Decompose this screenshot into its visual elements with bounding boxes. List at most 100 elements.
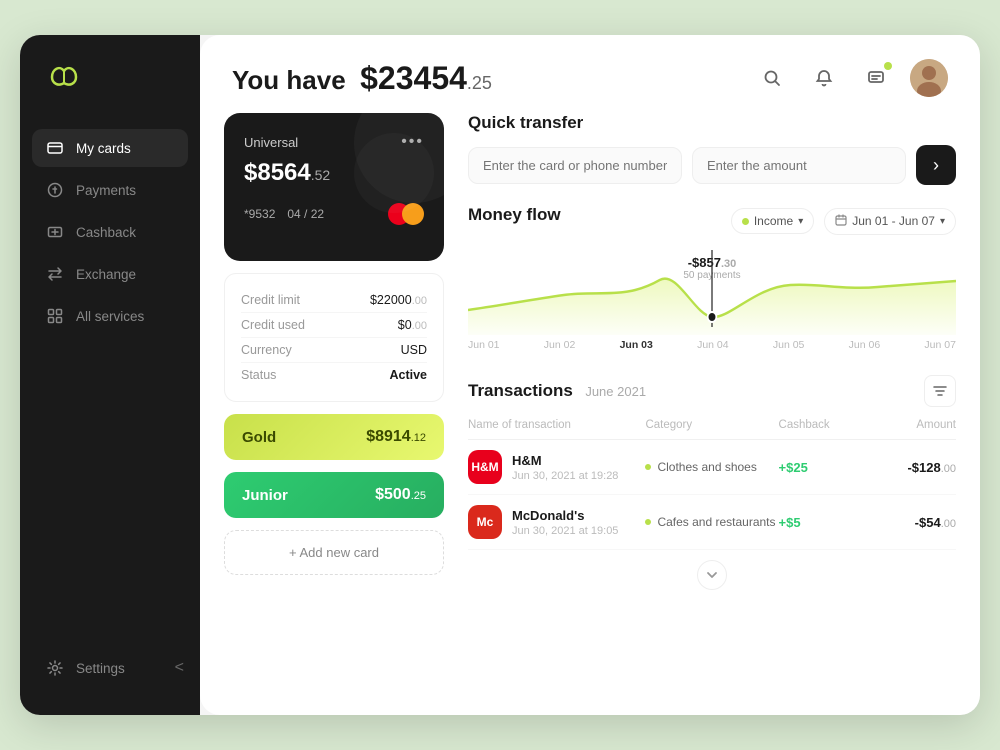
balance-cents: .25 bbox=[467, 73, 492, 93]
gold-card-amount: $8914.12 bbox=[366, 428, 426, 446]
merchant-info: Mc McDonald's Jun 30, 2021 at 19:05 bbox=[468, 505, 645, 539]
balance-label: You have bbox=[232, 65, 346, 95]
transactions-filter-button[interactable] bbox=[924, 375, 956, 407]
junior-card[interactable]: Junior $500.25 bbox=[224, 472, 444, 518]
transaction-date: Jun 30, 2021 at 19:05 bbox=[512, 525, 618, 537]
cashback-icon bbox=[46, 223, 64, 241]
income-filter[interactable]: Income ▾ bbox=[731, 208, 814, 234]
table-row: Mc McDonald's Jun 30, 2021 at 19:05 Cafe… bbox=[468, 495, 956, 550]
universal-card[interactable]: Universal ••• $8564.52 *9532 04 / 22 bbox=[224, 113, 444, 261]
transactions-title-group: Transactions June 2021 bbox=[468, 381, 646, 401]
sidebar-item-payments[interactable]: Payments bbox=[32, 171, 188, 209]
chart-label-3: Jun 04 bbox=[697, 339, 729, 351]
gold-card[interactable]: Gold $8914.12 bbox=[224, 414, 444, 460]
chart-label-1: Jun 02 bbox=[544, 339, 576, 351]
user-avatar[interactable] bbox=[910, 59, 948, 97]
left-panel: Universal ••• $8564.52 *9532 04 / 22 bbox=[224, 113, 444, 691]
credit-used-row: Credit used $0.00 bbox=[241, 313, 427, 337]
message-button[interactable] bbox=[858, 60, 894, 96]
card-icon bbox=[46, 139, 64, 157]
header-balance: You have $23454.25 bbox=[232, 60, 492, 97]
income-chevron-icon: ▾ bbox=[798, 216, 803, 227]
credit-limit-value: $22000.00 bbox=[370, 293, 427, 307]
sidebar-item-all-services[interactable]: All services bbox=[32, 297, 188, 335]
money-flow-section: Money flow Income ▾ bbox=[468, 205, 956, 355]
sidebar: My cards Payments Cashba bbox=[20, 35, 200, 715]
notification-dot bbox=[884, 62, 892, 70]
money-flow-title: Money flow bbox=[468, 205, 561, 225]
junior-card-name: Junior bbox=[242, 487, 288, 504]
chart-container: -$857.30 50 payments bbox=[468, 245, 956, 355]
mc-logo: Mc bbox=[468, 505, 502, 539]
transaction-cashback: +$5 bbox=[779, 515, 868, 530]
card-info: *9532 04 / 22 bbox=[244, 207, 324, 221]
show-more-button[interactable] bbox=[697, 560, 727, 590]
income-dot bbox=[742, 218, 749, 225]
transactions-section: Transactions June 2021 Name of transacti… bbox=[468, 375, 956, 691]
transaction-amount: -$128.00 bbox=[867, 460, 956, 475]
main-content: You have $23454.25 bbox=[200, 35, 980, 715]
transfer-submit-button[interactable]: › bbox=[916, 145, 956, 185]
card-balance-amount: $8564 bbox=[244, 159, 311, 186]
hm-logo: H&M bbox=[468, 450, 502, 484]
col-header-category: Category bbox=[645, 419, 778, 431]
mastercard-logo bbox=[388, 203, 424, 225]
right-panel: Quick transfer › Money flow bbox=[468, 113, 956, 691]
transfer-inputs: › bbox=[468, 145, 956, 185]
currency-value: USD bbox=[401, 343, 427, 357]
card-expiry: 04 / 22 bbox=[287, 207, 324, 221]
sidebar-item-settings[interactable]: Settings bbox=[32, 649, 161, 687]
app-logo bbox=[20, 63, 200, 129]
card-menu-button[interactable]: ••• bbox=[401, 133, 424, 151]
credit-limit-row: Credit limit $22000.00 bbox=[241, 288, 427, 312]
table-row: H&M H&M Jun 30, 2021 at 19:28 Clothes an… bbox=[468, 440, 956, 495]
money-flow-header: Money flow Income ▾ bbox=[468, 205, 956, 237]
transaction-amount: -$54.00 bbox=[867, 515, 956, 530]
transactions-title: Transactions bbox=[468, 381, 573, 400]
card-details: Credit limit $22000.00 Credit used $0.00… bbox=[224, 273, 444, 402]
merchant-info: H&M H&M Jun 30, 2021 at 19:28 bbox=[468, 450, 645, 484]
sidebar-collapse-button[interactable]: < bbox=[171, 655, 188, 681]
chart-labels: Jun 01 Jun 02 Jun 03 Jun 04 Jun 05 Jun 0… bbox=[468, 335, 956, 351]
credit-limit-label: Credit limit bbox=[241, 293, 300, 307]
exchange-icon bbox=[46, 265, 64, 283]
income-label: Income bbox=[754, 214, 793, 228]
date-filter[interactable]: Jun 01 - Jun 07 ▾ bbox=[824, 208, 956, 235]
sidebar-item-label: Cashback bbox=[76, 225, 136, 240]
sidebar-item-cashback[interactable]: Cashback bbox=[32, 213, 188, 251]
sidebar-item-label: Exchange bbox=[76, 267, 136, 282]
category-dot bbox=[645, 464, 651, 470]
card-balance-cents: .52 bbox=[311, 167, 330, 183]
arrow-icon: › bbox=[933, 155, 939, 176]
header-actions bbox=[754, 59, 948, 97]
currency-row: Currency USD bbox=[241, 338, 427, 362]
transaction-cashback: +$25 bbox=[779, 460, 868, 475]
merchant-name: H&M bbox=[512, 453, 618, 468]
show-more-section bbox=[468, 550, 956, 600]
notification-button[interactable] bbox=[806, 60, 842, 96]
transactions-table-header: Name of transaction Category Cashback Am… bbox=[468, 415, 956, 440]
transaction-date: Jun 30, 2021 at 19:28 bbox=[512, 470, 618, 482]
chart-label-2: Jun 03 bbox=[620, 339, 653, 351]
status-value: Active bbox=[389, 368, 427, 382]
currency-label: Currency bbox=[241, 343, 292, 357]
sidebar-item-my-cards[interactable]: My cards bbox=[32, 129, 188, 167]
merchant-details: McDonald's Jun 30, 2021 at 19:05 bbox=[512, 508, 618, 537]
card-phone-input[interactable] bbox=[468, 147, 682, 184]
add-card-button[interactable]: + Add new card bbox=[224, 530, 444, 575]
transactions-header: Transactions June 2021 bbox=[468, 375, 956, 407]
sidebar-item-label: All services bbox=[76, 309, 144, 324]
date-range-label: Jun 01 - Jun 07 bbox=[852, 214, 935, 228]
card-name: Universal bbox=[244, 135, 298, 150]
amount-input[interactable] bbox=[692, 147, 906, 184]
flow-filters: Income ▾ Jun 01 - Jun 07 bbox=[731, 208, 956, 235]
transactions-period: June 2021 bbox=[585, 384, 646, 399]
card-header: Universal ••• bbox=[244, 133, 424, 151]
card-balance: $8564.52 bbox=[244, 159, 424, 187]
search-button[interactable] bbox=[754, 60, 790, 96]
add-card-label: + Add new card bbox=[289, 545, 379, 560]
sidebar-item-exchange[interactable]: Exchange bbox=[32, 255, 188, 293]
quick-transfer-section: Quick transfer › bbox=[468, 113, 956, 185]
content-area: Universal ••• $8564.52 *9532 04 / 22 bbox=[200, 113, 980, 715]
date-chevron-icon: ▾ bbox=[940, 216, 945, 227]
